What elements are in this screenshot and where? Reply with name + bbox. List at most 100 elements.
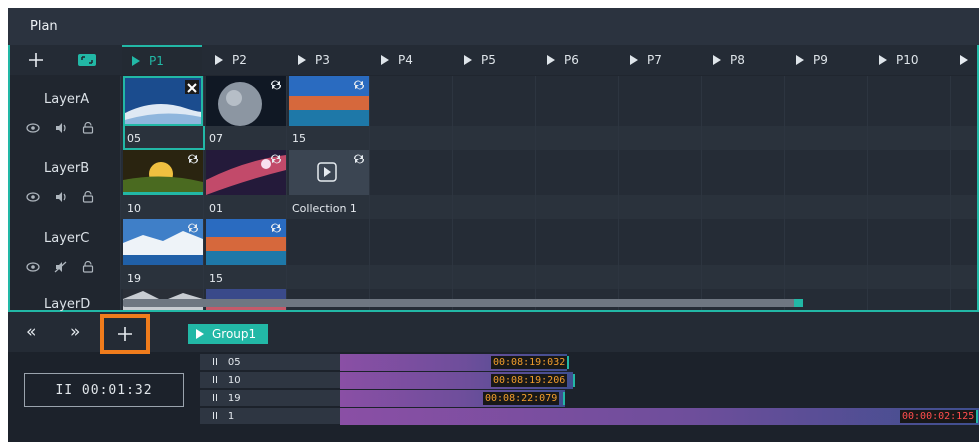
layer-name: LayerC xyxy=(44,231,90,246)
fit-view-button[interactable] xyxy=(76,50,98,70)
play-icon xyxy=(796,55,804,65)
pause-icon: II xyxy=(212,392,218,404)
pause-icon: II xyxy=(212,374,218,386)
lock-icon[interactable] xyxy=(82,191,94,203)
track-handle[interactable] xyxy=(563,392,565,405)
play-icon xyxy=(317,162,337,182)
clip-label: 07 xyxy=(209,132,223,145)
add-page-button[interactable] xyxy=(26,50,46,70)
timeline-track[interactable]: II 05 00:08:19:032 xyxy=(200,354,979,371)
play-icon xyxy=(381,55,389,65)
app-window: Plan P1 P2 P3 P4 P5 P6 P7 P8 P9 P10 Laye… xyxy=(8,8,979,442)
clip-thumbnail[interactable] xyxy=(206,219,286,265)
play-icon xyxy=(464,55,472,65)
layer-row-labels xyxy=(120,126,977,150)
tab-p4[interactable]: P4 xyxy=(371,45,451,75)
play-icon xyxy=(196,329,204,339)
clip-thumbnail[interactable] xyxy=(206,150,286,195)
add-group-button[interactable] xyxy=(100,314,150,354)
clip-label: 05 xyxy=(127,132,141,145)
lock-icon[interactable] xyxy=(82,261,94,273)
loop-icon[interactable] xyxy=(186,153,200,165)
tab-p3[interactable]: P3 xyxy=(288,45,368,75)
mute-icon[interactable] xyxy=(54,261,68,273)
tab-scroll-right-icon[interactable] xyxy=(960,55,968,65)
clip-thumbnail[interactable] xyxy=(289,76,369,126)
layer-grid: P1 P2 P3 P4 P5 P6 P7 P8 P9 P10 LayerA La… xyxy=(8,45,979,312)
layer-name: LayerB xyxy=(44,161,90,176)
layer-controls xyxy=(26,121,94,135)
loop-icon[interactable] xyxy=(269,79,283,91)
clip-thumbnail[interactable] xyxy=(123,76,203,126)
next-group-button[interactable]: » xyxy=(70,322,80,342)
loop-icon[interactable] xyxy=(186,222,200,234)
play-icon xyxy=(630,55,638,65)
timeline-track[interactable]: II 19 00:08:22:079 xyxy=(200,390,979,407)
close-icon[interactable] xyxy=(185,80,199,94)
tab-p5[interactable]: P5 xyxy=(454,45,534,75)
track-handle[interactable] xyxy=(567,356,569,369)
track-handle[interactable] xyxy=(976,410,978,423)
layer-name: LayerD xyxy=(44,297,91,312)
tab-p7[interactable]: P7 xyxy=(620,45,700,75)
play-icon xyxy=(215,55,223,65)
tab-p9[interactable]: P9 xyxy=(786,45,866,75)
tab-p8[interactable]: P8 xyxy=(703,45,783,75)
play-icon xyxy=(713,55,721,65)
track-label: II 19 xyxy=(200,390,340,407)
play-icon xyxy=(879,55,887,65)
layer-name: LayerA xyxy=(44,92,90,107)
track-label: II 10 xyxy=(200,372,340,389)
plus-icon xyxy=(29,53,43,67)
eye-icon[interactable] xyxy=(26,192,40,202)
clip-label: 10 xyxy=(127,202,141,215)
track-time: 00:00:02:125 xyxy=(900,410,977,423)
track-fill xyxy=(340,408,979,425)
loop-icon[interactable] xyxy=(352,153,366,165)
tab-p10[interactable]: P10 xyxy=(869,45,949,75)
layer-row-labels xyxy=(120,195,977,219)
clip-label: 19 xyxy=(127,272,141,285)
collection-thumbnail[interactable] xyxy=(289,150,369,195)
pause-icon: II xyxy=(212,356,218,368)
track-handle[interactable] xyxy=(573,374,575,387)
fit-icon xyxy=(78,54,96,66)
layer-row-labels xyxy=(120,265,977,289)
clip-thumbnail[interactable] xyxy=(206,76,286,126)
lock-icon[interactable] xyxy=(82,122,94,134)
volume-icon[interactable] xyxy=(54,122,68,134)
play-icon xyxy=(298,55,306,65)
scrollbar-end xyxy=(794,299,803,307)
play-icon xyxy=(547,55,555,65)
playback-timer[interactable]: II 00:01:32 xyxy=(24,373,184,407)
track-label: II 1 xyxy=(200,408,340,425)
pause-icon: II xyxy=(212,410,218,422)
layer-controls xyxy=(26,260,94,274)
loop-icon[interactable] xyxy=(352,79,366,91)
group-toolbar: « » Group1 xyxy=(8,312,979,354)
page-tab-bar: P1 P2 P3 P4 P5 P6 P7 P8 P9 P10 xyxy=(10,45,977,75)
layer-controls xyxy=(26,190,94,204)
plan-title: Plan xyxy=(30,19,58,34)
group-tab[interactable]: Group1 xyxy=(188,324,268,344)
tab-p6[interactable]: P6 xyxy=(537,45,617,75)
clip-thumbnail[interactable] xyxy=(123,219,203,265)
clip-label: 01 xyxy=(209,202,223,215)
horizontal-scrollbar[interactable] xyxy=(123,299,803,307)
loop-icon[interactable] xyxy=(269,153,283,165)
clip-label: 15 xyxy=(292,132,306,145)
tab-p2[interactable]: P2 xyxy=(205,45,285,75)
tab-p1[interactable]: P1 xyxy=(122,45,202,75)
clip-thumbnail[interactable] xyxy=(123,150,203,195)
eye-icon[interactable] xyxy=(26,262,40,272)
track-time: 00:08:19:206 xyxy=(491,374,568,387)
track-time: 00:08:22:079 xyxy=(483,392,560,405)
volume-icon[interactable] xyxy=(54,191,68,203)
track-label: II 05 xyxy=(200,354,340,371)
prev-group-button[interactable]: « xyxy=(26,322,36,342)
eye-icon[interactable] xyxy=(26,123,40,133)
timeline-track[interactable]: II 1 00:00:02:125 xyxy=(200,408,979,425)
timeline-track[interactable]: II 10 00:08:19:206 xyxy=(200,372,979,389)
clip-label: Collection 1 xyxy=(292,202,357,215)
loop-icon[interactable] xyxy=(269,222,283,234)
